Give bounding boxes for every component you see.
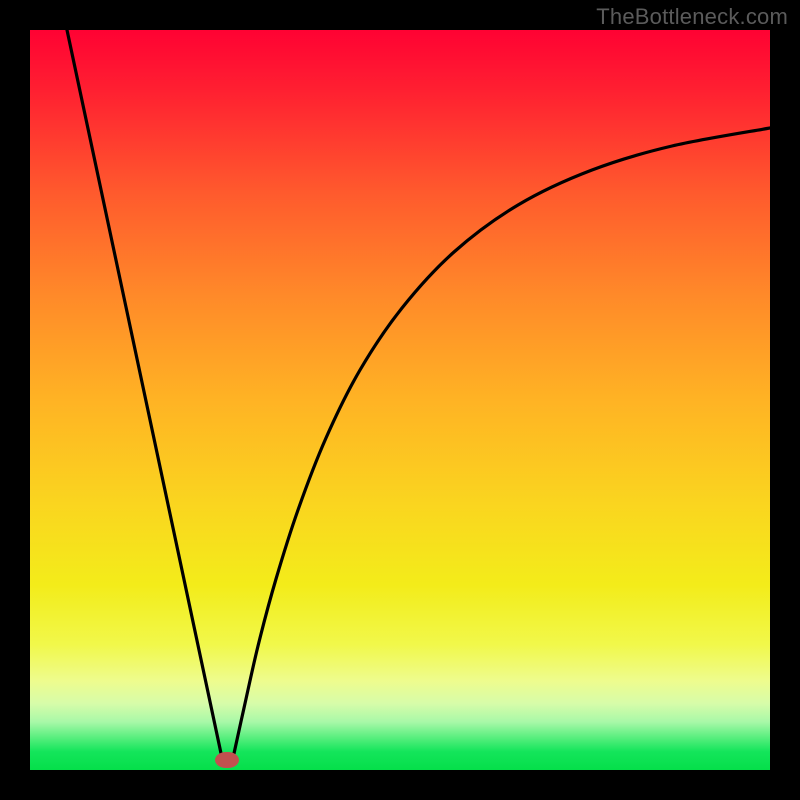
watermark-text: TheBottleneck.com (596, 4, 788, 30)
left-segment (67, 30, 222, 758)
curve-layer (30, 30, 770, 770)
plot-area (30, 30, 770, 770)
right-segment (233, 128, 770, 758)
chart-canvas: TheBottleneck.com (0, 0, 800, 800)
minimum-marker (215, 752, 239, 768)
